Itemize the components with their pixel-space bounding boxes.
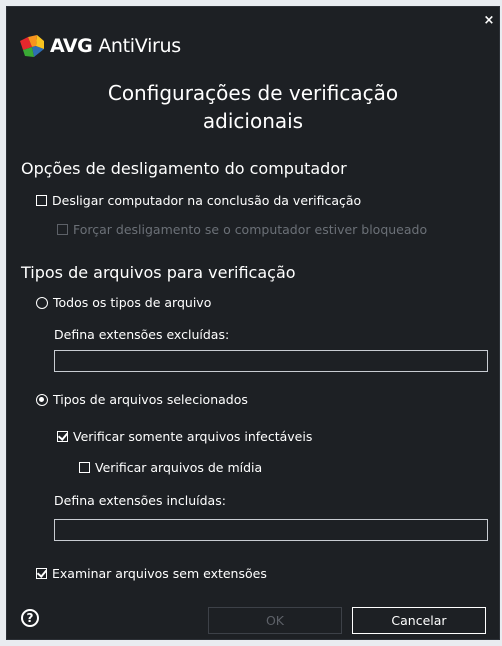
force-shutdown-checkbox	[57, 224, 68, 235]
force-shutdown-option: Forçar desligamento se o computador esti…	[57, 222, 427, 237]
dialog-title-line1: Configurações de verificação	[107, 81, 399, 105]
brand-name: AVG	[50, 35, 93, 57]
shutdown-section-heading: Opções de desligamento do computador	[21, 159, 347, 178]
all-types-option[interactable]: Todos os tipos de arquivo	[36, 295, 211, 310]
excluded-extensions-label: Defina extensões excluídas:	[54, 327, 230, 342]
included-extensions-label: Defina extensões incluídas:	[54, 493, 226, 508]
infectable-only-option[interactable]: Verificar somente arquivos infectáveis	[57, 429, 312, 444]
close-icon[interactable]: ×	[483, 14, 495, 27]
shutdown-on-complete-option[interactable]: Desligar computador na conclusão da veri…	[36, 193, 361, 208]
media-files-label: Verificar arquivos de mídia	[95, 460, 263, 475]
excluded-extensions-input[interactable]	[54, 350, 488, 372]
file-types-section-heading: Tipos de arquivos para verificação	[21, 263, 296, 282]
settings-dialog: × AVG AntiVirus Configurações de verific…	[6, 6, 500, 640]
dialog-title: Configurações de verificação adicionais	[7, 79, 499, 135]
selected-types-radio[interactable]	[36, 393, 48, 406]
shutdown-on-complete-checkbox[interactable]	[36, 195, 47, 206]
force-shutdown-label: Forçar desligamento se o computador esti…	[73, 222, 428, 237]
selected-types-label: Tipos de arquivos selecionados	[53, 392, 248, 407]
avg-logo: AVG AntiVirus	[20, 35, 181, 57]
product-name: AntiVirus	[98, 35, 181, 57]
infectable-only-checkbox[interactable]	[57, 431, 68, 442]
cancel-button[interactable]: Cancelar	[352, 607, 486, 634]
no-extension-option[interactable]: Examinar arquivos sem extensões	[36, 566, 267, 581]
ok-button[interactable]: OK	[208, 607, 342, 634]
included-extensions-input[interactable]	[54, 519, 488, 541]
avg-logo-icon	[20, 35, 44, 57]
all-types-radio[interactable]	[36, 296, 48, 309]
no-extension-checkbox[interactable]	[36, 568, 47, 579]
help-icon[interactable]: ?	[21, 609, 39, 627]
selected-types-option[interactable]: Tipos de arquivos selecionados	[36, 392, 248, 407]
media-files-checkbox[interactable]	[79, 462, 90, 473]
shutdown-on-complete-label: Desligar computador na conclusão da veri…	[52, 193, 362, 208]
dialog-title-line2: adicionais	[202, 109, 304, 133]
infectable-only-label: Verificar somente arquivos infectáveis	[73, 429, 313, 444]
all-types-label: Todos os tipos de arquivo	[53, 295, 212, 310]
media-files-option[interactable]: Verificar arquivos de mídia	[79, 460, 262, 475]
no-extension-label: Examinar arquivos sem extensões	[52, 566, 267, 581]
